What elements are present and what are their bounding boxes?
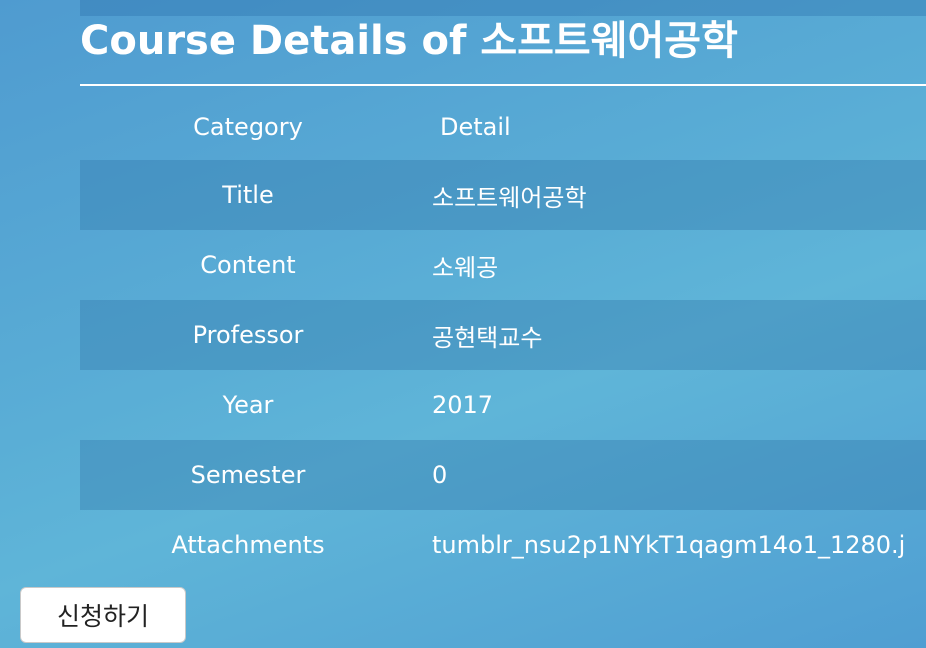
- table-row-year: Year 2017: [80, 370, 926, 440]
- row-label-title: Title: [222, 181, 274, 209]
- course-details-table: Category Detail Title 소프트웨어공학 Content 소웨…: [80, 94, 926, 580]
- row-value-content: 소웨공: [432, 253, 499, 282]
- row-label-professor: Professor: [192, 321, 304, 349]
- row-label-semester: Semester: [190, 461, 306, 489]
- row-value-year: 2017: [432, 391, 494, 419]
- table-row-attachments: Attachments tumblr_nsu2p1NYkT1qagm14o1_1…: [80, 510, 926, 580]
- table-row-title: Title 소프트웨어공학: [80, 160, 926, 230]
- column-header-category: Category: [193, 113, 303, 141]
- title-divider: [80, 84, 926, 86]
- row-value-semester: 0: [432, 461, 448, 489]
- table-row-semester: Semester 0: [80, 440, 926, 510]
- apply-button[interactable]: 신청하기: [20, 587, 186, 643]
- column-header-detail: Detail: [440, 113, 511, 141]
- page-title: Course Details of 소프트웨어공학: [80, 18, 738, 64]
- row-label-year: Year: [222, 391, 274, 419]
- row-label-attachments: Attachments: [171, 531, 325, 559]
- table-row-professor: Professor 공현택교수: [80, 300, 926, 370]
- attachment-link[interactable]: tumblr_nsu2p1NYkT1qagm14o1_1280.j: [416, 510, 926, 580]
- row-label-content: Content: [200, 251, 296, 279]
- row-value-professor: 공현택교수: [432, 323, 543, 352]
- row-value-title: 소프트웨어공학: [432, 183, 587, 212]
- table-header-row: Category Detail: [80, 94, 926, 160]
- table-row-content: Content 소웨공: [80, 230, 926, 300]
